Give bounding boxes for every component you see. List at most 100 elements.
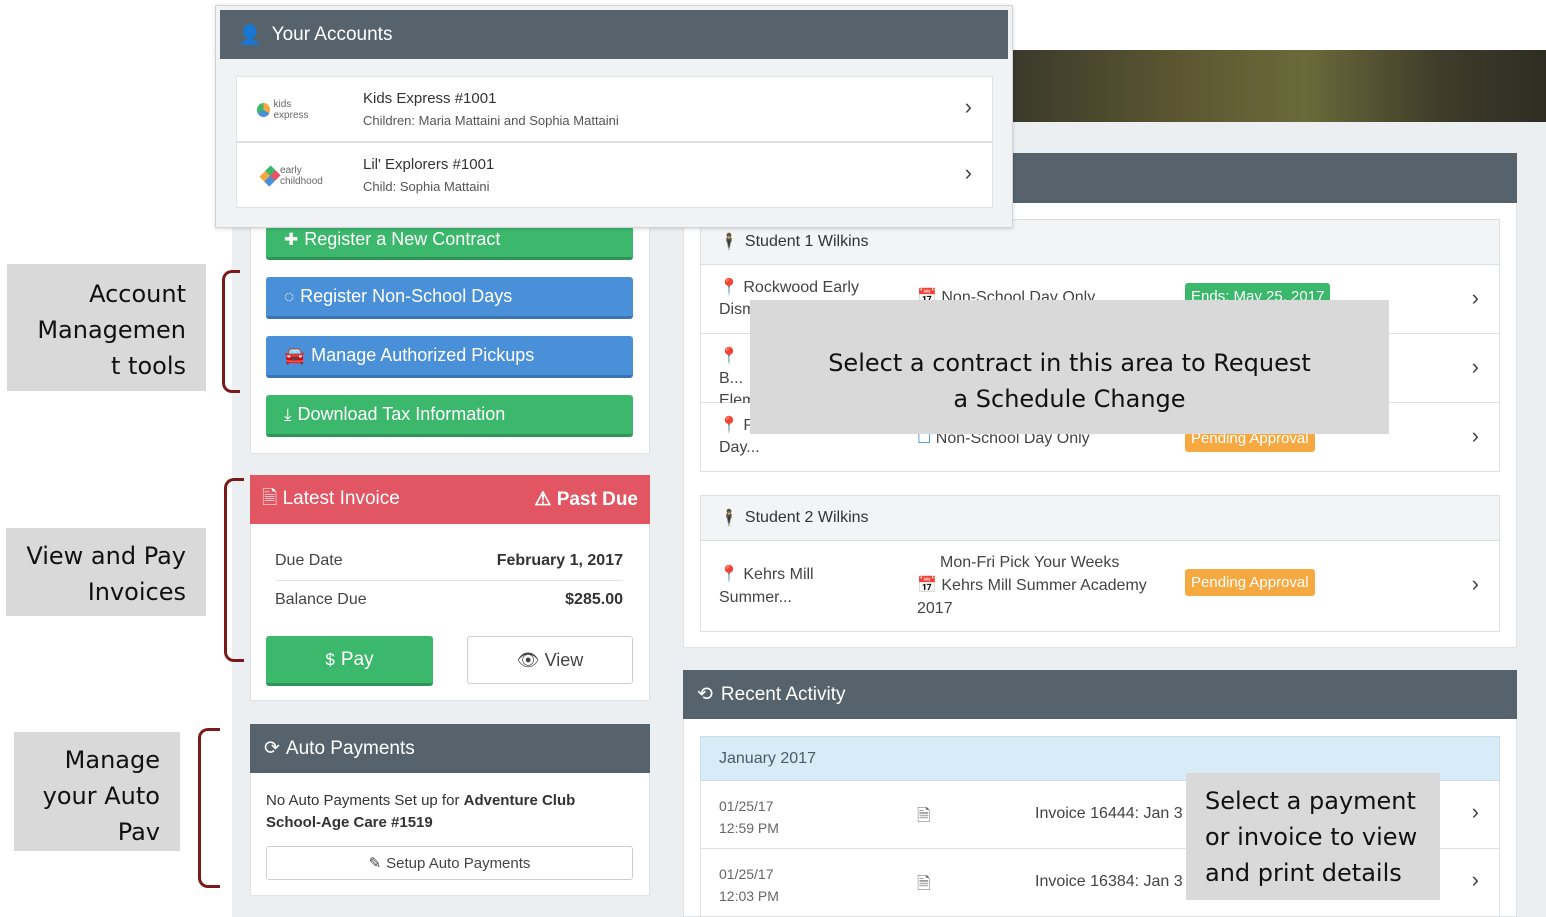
account-name: Lil' Explorers #1001 (363, 156, 495, 173)
activity-month-label: January 2017 (719, 749, 816, 767)
early-childhood-logo: early childhood (259, 163, 339, 189)
bracket-account-management (222, 270, 240, 393)
past-due-wrap: ⚠ Past Due (534, 488, 638, 511)
chevron-right-icon[interactable]: › (965, 160, 972, 186)
activity-time-text: 12:59 PM (719, 820, 779, 836)
account-name: Kids Express #1001 (363, 90, 497, 107)
callout-line: or invoice to view (1205, 823, 1418, 851)
plus-icon: ✚ (284, 229, 299, 249)
contract-program-line2: Kehrs Mill Summer Academy 2017 (917, 577, 1147, 617)
callout-line: your Auto (42, 782, 160, 810)
logo-text: early childhood (280, 165, 323, 187)
callout-line: Manage (64, 746, 160, 774)
chevron-right-icon[interactable]: › (1472, 354, 1479, 380)
file-icon: 🗎 (917, 874, 931, 893)
accounts-title: Your Accounts (271, 23, 393, 45)
bracket-view-pay (224, 478, 244, 662)
due-date-label: Due Date (275, 552, 343, 569)
view-label: View (544, 649, 584, 670)
activity-title: Recent Activity (720, 683, 846, 705)
manage-pickups-label: Manage Authorized Pickups (311, 345, 535, 365)
chevron-right-icon[interactable]: › (965, 94, 972, 120)
warning-icon: ⚠ (534, 489, 552, 510)
accounts-header: 👤 Your Accounts (220, 10, 1008, 59)
due-date-value: February 1, 2017 (496, 552, 623, 569)
download-tax-label: Download Tax Information (297, 404, 506, 424)
due-date-row: Due Date February 1, 2017 (275, 542, 623, 581)
activity-header: ⟲ Recent Activity (683, 670, 1517, 719)
person-icon: 🕴 (719, 510, 739, 527)
contract-callout: Select a contract in this area to Reques… (750, 300, 1389, 434)
view-pay-callout: View and Pay Invoices (6, 528, 206, 616)
circle-notch-icon: ◌ (284, 286, 295, 306)
bracket-auto-pay (198, 728, 220, 888)
account-row[interactable]: kids express Kids Express #1001 Children… (236, 76, 993, 142)
history-icon: ⟲ (697, 684, 713, 705)
invoice-details: Due Date February 1, 2017 Balance Due $2… (275, 542, 623, 619)
logo-mark-icon (257, 103, 271, 117)
auto-payments-title: Auto Payments (285, 737, 415, 759)
callout-line: Invoices (87, 578, 186, 606)
kids-express-logo: kids express (257, 97, 327, 123)
balance-row: Balance Due $285.00 (275, 581, 623, 619)
auto-payments-prefix: No Auto Payments Set up for (266, 792, 464, 809)
callout-line: View and Pay (26, 542, 186, 570)
map-pin-icon: 📍 (719, 348, 739, 365)
balance-value: $285.00 (565, 591, 623, 608)
register-nonschool-label: Register Non-School Days (300, 286, 513, 306)
contract-program: Mon-Fri Pick Your Weeks 📅 Kehrs Mill Sum… (917, 551, 1147, 620)
callout-line: Select a contract in this area to Reques… (828, 349, 1311, 377)
status-badge: Pending Approval (1185, 569, 1315, 596)
contract-location: 📍 Kehrs Mill Summer... (719, 563, 849, 609)
activity-date: 01/25/17 12:03 PM (719, 863, 779, 907)
logo-text: kids express (273, 99, 309, 121)
account-management-callout: Account Managemen t tools (7, 264, 206, 391)
manage-pickups-button[interactable]: 🚘 Manage Authorized Pickups (266, 336, 633, 378)
callout-line: Select a payment (1205, 787, 1416, 815)
pay-label: Pay (340, 648, 374, 670)
callout-line: Account (89, 280, 186, 308)
callout-line: and print details (1205, 859, 1402, 887)
register-nonschool-button[interactable]: ◌ Register Non-School Days (266, 277, 633, 319)
activity-date-text: 01/25/17 (719, 866, 774, 882)
invoice-title: Latest Invoice (282, 487, 400, 509)
file-icon: 🗎 (917, 806, 931, 825)
register-contract-label: Register a New Contract (304, 229, 501, 249)
chevron-right-icon[interactable]: › (1472, 799, 1479, 825)
invoice-title-wrap: 🗎 Latest Invoice (262, 484, 400, 516)
logo-mark-icon (259, 165, 281, 187)
chevron-right-icon[interactable]: › (1472, 423, 1479, 449)
setup-auto-payments-label: Setup Auto Payments (386, 854, 531, 872)
pencil-icon: ✎ (368, 855, 382, 872)
pay-button[interactable]: $ Pay (266, 636, 433, 686)
calendar-icon: 📅 (917, 577, 937, 594)
chevron-right-icon[interactable]: › (1472, 285, 1479, 311)
setup-auto-payments-button[interactable]: ✎ Setup Auto Payments (266, 846, 633, 880)
contract-row[interactable]: 📍 Kehrs Mill Summer... Mon-Fri Pick Your… (700, 541, 1500, 632)
student1-name: Student 1 Wilkins (744, 233, 869, 250)
view-invoice-button[interactable]: 👁 View (467, 636, 633, 684)
map-pin-icon: 📍 (719, 279, 739, 296)
auto-payments-text: No Auto Payments Set up for Adventure Cl… (266, 790, 626, 834)
download-tax-button[interactable]: ⤓ Download Tax Information (266, 395, 633, 437)
document-icon: 🗎 (262, 487, 278, 509)
user-icon: 👤 (238, 24, 262, 46)
map-pin-icon: 📍 (719, 417, 739, 434)
activity-desc: Invoice 16444: Jan 3 (1035, 805, 1183, 822)
student2-header: 🕴 Student 2 Wilkins (700, 495, 1500, 541)
accounts-popup: 👤 Your Accounts kids express Kids Expres… (215, 5, 1013, 228)
balance-label: Balance Due (275, 591, 367, 608)
auto-pay-callout: Manage your Auto Pav (14, 732, 180, 851)
account-row[interactable]: early childhood Lil' Explorers #1001 Chi… (236, 142, 993, 208)
payment-callout: Select a payment or invoice to view and … (1186, 773, 1440, 900)
contract-program-line2-wrap: 📅 Kehrs Mill Summer Academy 2017 (917, 574, 1147, 620)
callout-line: Managemen (37, 316, 186, 344)
refresh-icon: ⟳ (264, 738, 280, 759)
contract-program-line1: Mon-Fri Pick Your Weeks (940, 554, 1120, 571)
auto-payments-header: ⟳ Auto Payments (250, 724, 650, 773)
car-icon: 🚘 (284, 345, 306, 365)
callout-line: t tools (111, 352, 186, 380)
download-icon: ⤓ (284, 404, 292, 424)
chevron-right-icon[interactable]: › (1472, 571, 1479, 597)
chevron-right-icon[interactable]: › (1472, 867, 1479, 893)
